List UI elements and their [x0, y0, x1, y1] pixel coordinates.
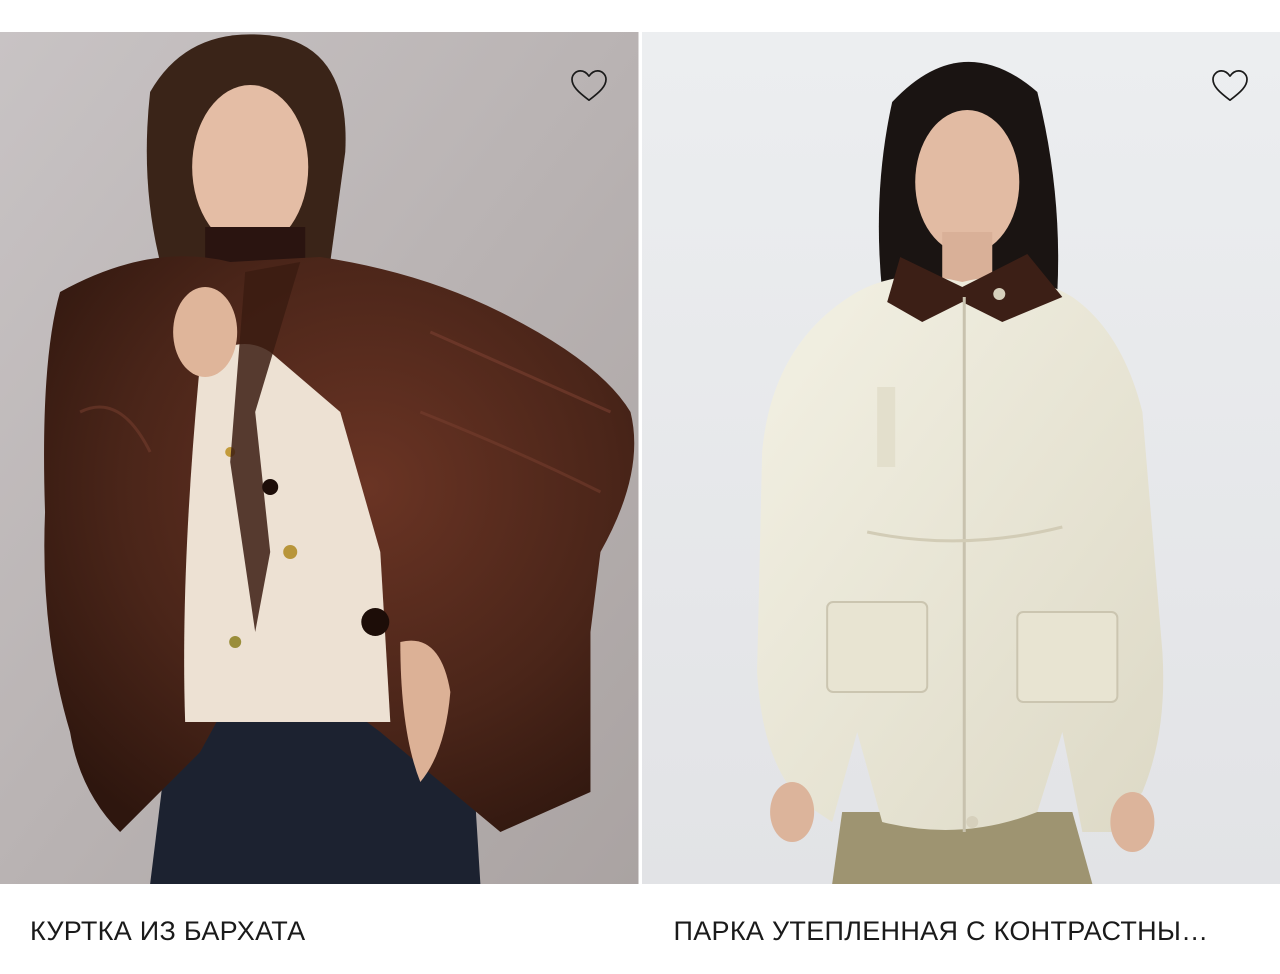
- favorite-button[interactable]: [569, 66, 609, 106]
- product-image[interactable]: [641, 32, 1280, 884]
- product-listing: КУРТКА ИЗ БАРХАТА ПАРКА УТЕПЛЕННАЯ С КОН…: [0, 0, 1280, 974]
- product-grid: КУРТКА ИЗ БАРХАТА ПАРКА УТЕПЛЕННАЯ С КОН…: [0, 32, 1280, 974]
- product-card[interactable]: КУРТКА ИЗ БАРХАТА: [0, 32, 639, 974]
- product-image[interactable]: [0, 32, 639, 884]
- parka-photo: [641, 32, 1280, 884]
- product-title[interactable]: КУРТКА ИЗ БАРХАТА: [30, 916, 609, 947]
- product-card[interactable]: ПАРКА УТЕПЛЕННАЯ С КОНТРАСТНЫ…: [641, 32, 1280, 974]
- heart-outline-icon: [570, 70, 607, 102]
- favorite-button[interactable]: [1210, 66, 1250, 106]
- velvet-jacket-photo: [0, 32, 639, 884]
- product-title[interactable]: ПАРКА УТЕПЛЕННАЯ С КОНТРАСТНЫ…: [674, 916, 1251, 947]
- heart-outline-icon: [1212, 70, 1248, 102]
